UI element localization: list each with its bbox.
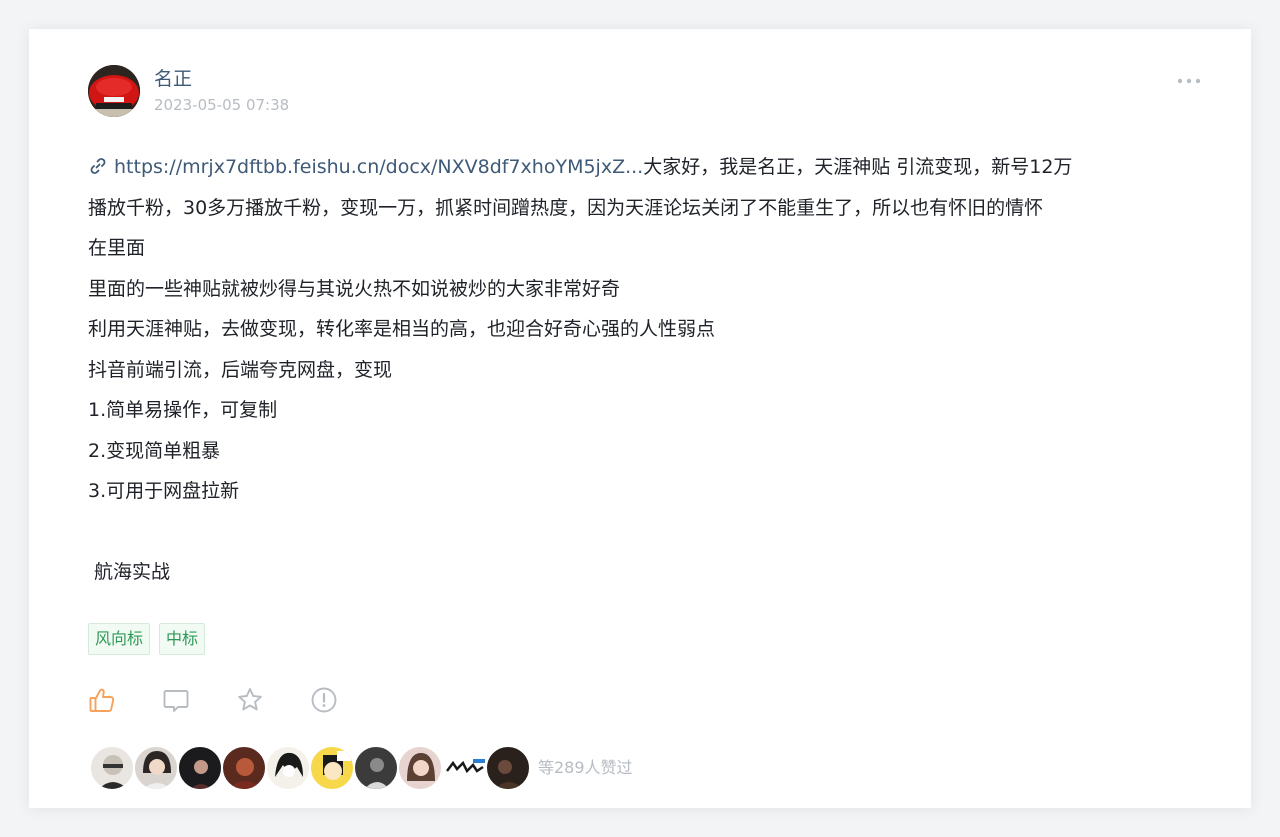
report-button[interactable] bbox=[310, 686, 338, 714]
content-line: 3.可用于网盘拉新 bbox=[88, 480, 240, 502]
tag-list: 风向标 中标 bbox=[88, 623, 206, 655]
content-line: 1.简单易操作，可复制 bbox=[88, 399, 278, 421]
likes-count[interactable]: 等289人赞过 bbox=[538, 758, 633, 778]
content-line: 抖音前端引流，后端夸克网盘，变现 bbox=[88, 358, 393, 381]
content-line: 2.变现简单粗暴 bbox=[88, 439, 221, 462]
content-text: 大家好，我是名正，天涯神贴 引流变现，新号12万 bbox=[643, 156, 1073, 178]
author-name[interactable]: 名正 bbox=[154, 67, 192, 91]
post-content: https://mrjx7dftbb.feishu.cn/docx/NXV8df… bbox=[88, 147, 1198, 593]
like-button[interactable] bbox=[88, 686, 116, 714]
document-link[interactable]: https://mrjx7dftbb.feishu.cn/docx/NXV8df… bbox=[114, 156, 643, 178]
post-timestamp: 2023-05-05 07:38 bbox=[154, 96, 290, 114]
post-card: 名正 2023-05-05 07:38 https://mrjx7dftbb.f… bbox=[29, 29, 1251, 808]
liker-avatar[interactable] bbox=[266, 746, 310, 790]
post-header: 名正 2023-05-05 07:38 bbox=[88, 65, 1201, 121]
content-line: 航海实战 bbox=[88, 561, 171, 583]
content-line: 播放千粉，30多万播放千粉，变现一万，抓紧时间蹭热度，因为天涯论坛关闭了不能重生… bbox=[88, 196, 1044, 219]
content-line: 在里面 bbox=[88, 237, 146, 259]
tag-fengxiangbiao[interactable]: 风向标 bbox=[88, 623, 151, 655]
content-line: 利用天涯神贴，去做变现，转化率是相当的高，也迎合好奇心强的人性弱点 bbox=[88, 318, 716, 340]
tag-zhongbiao[interactable]: 中标 bbox=[159, 623, 206, 655]
liker-avatar[interactable] bbox=[398, 746, 442, 790]
alert-circle-icon bbox=[311, 687, 337, 713]
liker-avatar[interactable] bbox=[310, 746, 354, 790]
content-line: https://mrjx7dftbb.feishu.cn/docx/NXV8df… bbox=[88, 147, 1198, 188]
thumbs-up-icon bbox=[89, 688, 115, 712]
liker-avatar[interactable] bbox=[178, 746, 222, 790]
liker-avatar[interactable] bbox=[486, 746, 530, 790]
author-avatar[interactable] bbox=[88, 65, 140, 117]
liker-avatar[interactable] bbox=[442, 746, 486, 790]
content-line: 里面的一些神贴就被炒得与其说火热不如说被炒的大家非常好奇 bbox=[88, 277, 621, 300]
liker-avatar[interactable] bbox=[222, 746, 266, 790]
comment-icon bbox=[163, 690, 189, 712]
link-icon bbox=[88, 150, 108, 174]
more-dots-icon bbox=[1177, 78, 1201, 84]
liker-avatar[interactable] bbox=[134, 746, 178, 790]
more-options-button[interactable] bbox=[1174, 71, 1204, 91]
liker-avatar[interactable] bbox=[354, 746, 398, 790]
favorite-button[interactable] bbox=[236, 686, 264, 714]
liker-avatar[interactable] bbox=[90, 746, 134, 790]
comment-button[interactable] bbox=[162, 686, 190, 714]
star-icon bbox=[238, 688, 262, 711]
